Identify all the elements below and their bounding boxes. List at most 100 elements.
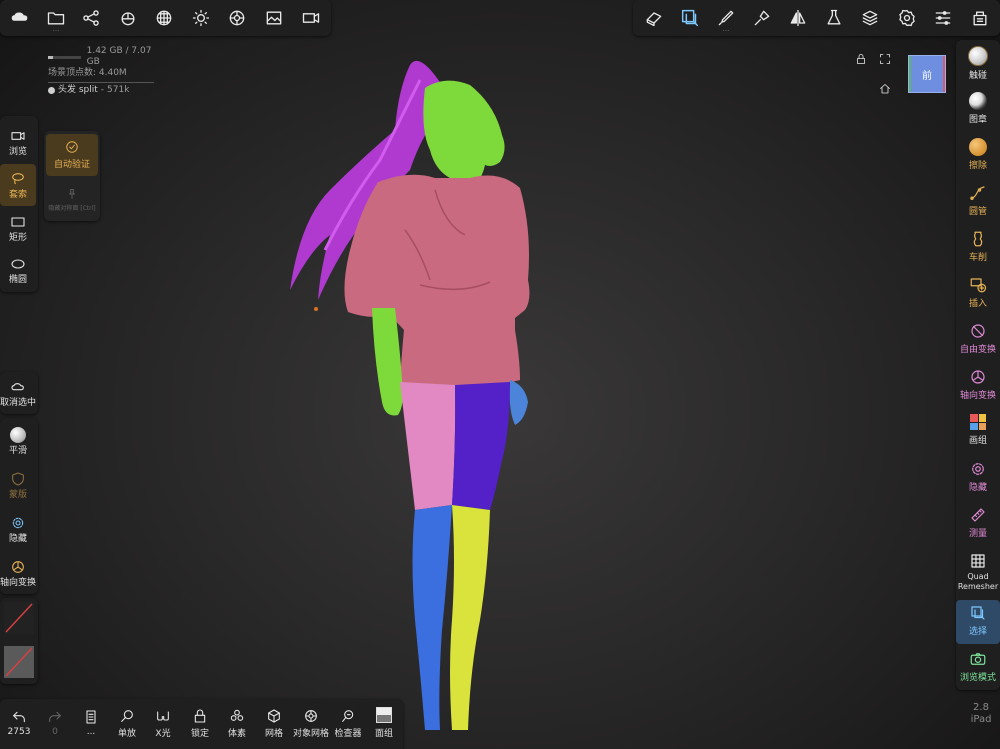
stroke-line-swatch[interactable] — [4, 602, 34, 634]
tool-free-transform[interactable]: 自由变换 — [956, 318, 1000, 362]
redo-button[interactable]: 0 — [37, 699, 73, 747]
stats-divider — [48, 82, 154, 83]
tool-quad-remesher[interactable]: Quad Remesher — [956, 548, 1000, 600]
aperture-icon[interactable] — [219, 0, 255, 36]
view-cube[interactable]: 前 — [908, 55, 946, 93]
eraser-icon — [969, 138, 987, 156]
voxel-button[interactable]: 体素 — [219, 699, 255, 747]
tool-lathe[interactable]: 车削 — [956, 226, 1000, 270]
sculpt-model[interactable] — [270, 50, 550, 740]
tool-insert[interactable]: 插入 — [956, 272, 1000, 316]
top-left-toolbar: ··· — [0, 0, 331, 36]
share-nodes-icon[interactable] — [73, 0, 109, 36]
lasso-options-popup: 自动验证 隐藏对称面 [Ctrl] — [44, 131, 100, 221]
symmetry-icon[interactable] — [780, 0, 816, 36]
model-head — [423, 80, 505, 190]
tool-tube[interactable]: 圆管 — [956, 180, 1000, 224]
flask-icon[interactable] — [816, 0, 852, 36]
xray-button[interactable]: X光 — [145, 699, 181, 747]
sliders-icon[interactable] — [925, 0, 961, 36]
tool-hide[interactable]: 隐藏 — [956, 456, 1000, 500]
tool-paint-group[interactable]: 画组 — [956, 410, 1000, 454]
undo-button[interactable]: 2753 — [1, 699, 37, 747]
axis-transform-button[interactable]: 轴向变换 — [0, 552, 36, 594]
folder-icon[interactable]: ··· — [38, 0, 74, 36]
tool-ellipse[interactable]: 椭圆 — [0, 250, 36, 290]
tool-measure[interactable]: 测量 — [956, 502, 1000, 546]
grid-sphere-icon[interactable] — [146, 0, 182, 36]
voxel-icon — [229, 708, 245, 724]
brush-icon[interactable]: ··· — [708, 0, 744, 36]
left-toolbar: 浏览 套索 矩形 椭圆 — [0, 116, 38, 292]
mask-button[interactable]: 蒙版 — [0, 464, 36, 506]
video-icon[interactable] — [293, 0, 329, 36]
orange-marker — [314, 307, 318, 311]
check-circle-icon — [65, 140, 79, 154]
solo-button[interactable]: 单放 — [109, 699, 145, 747]
tool-axis-transform[interactable]: 轴向变换 — [956, 364, 1000, 408]
home-icon[interactable] — [878, 82, 892, 96]
grid-icon — [969, 552, 987, 570]
insert-icon — [969, 276, 987, 294]
auto-verify-button[interactable]: 自动验证 — [46, 134, 98, 176]
list-icon — [83, 709, 99, 725]
history-list-button[interactable]: ... — [73, 699, 109, 747]
deselect-button[interactable]: 取消选中 — [0, 374, 36, 412]
disabled-option: 隐藏对称面 [Ctrl] — [46, 181, 98, 219]
redo-icon — [47, 709, 63, 725]
hide-icon — [969, 460, 987, 478]
image-icon[interactable] — [256, 0, 292, 36]
cloud-icon[interactable] — [2, 0, 38, 36]
layers-icon[interactable] — [852, 0, 888, 36]
paint-brush-icon[interactable] — [744, 0, 780, 36]
rectangle-icon — [10, 214, 26, 230]
select-icon — [969, 604, 987, 622]
select-tool-icon[interactable] — [672, 0, 708, 36]
vertex-count: 场景顶点数: 4.40M — [48, 68, 127, 78]
stroke-fill-swatch[interactable] — [4, 646, 34, 678]
top-right-toolbar: ··· — [633, 0, 1000, 36]
lathe-icon — [969, 230, 987, 248]
object-count: 571k — [107, 85, 130, 95]
lock-icon[interactable] — [854, 52, 868, 66]
tool-stamp[interactable]: 图章 — [956, 88, 1000, 132]
tool-browse[interactable]: 浏览 — [0, 122, 36, 162]
model-hand-right — [509, 380, 528, 425]
tool-lasso[interactable]: 套索 — [0, 164, 36, 206]
version-number: 2.8 — [973, 702, 989, 713]
tool-browse-mode[interactable]: 浏览模式 — [956, 646, 1000, 690]
hide-icon — [10, 515, 26, 531]
tool-select[interactable]: 选择 — [956, 600, 1000, 644]
scene-icon[interactable] — [962, 0, 998, 36]
memory-bar — [48, 55, 81, 59]
view-cube-label: 前 — [922, 70, 932, 82]
lock-icon — [192, 708, 208, 724]
model-leg-yellow — [450, 505, 490, 730]
hide-button[interactable]: 隐藏 — [0, 508, 36, 550]
lock-button[interactable]: 锁定 — [182, 699, 218, 747]
smooth-ball-icon — [10, 426, 26, 443]
camera-icon — [969, 650, 987, 668]
smooth-button[interactable]: 平滑 — [0, 420, 36, 462]
memory-text: 1.42 GB / 7.07 GB — [86, 46, 152, 67]
eraser-3d-icon[interactable] — [636, 0, 672, 36]
tool-rectangle[interactable]: 矩形 — [0, 208, 36, 248]
sun-icon[interactable] — [183, 0, 219, 36]
tool-erase[interactable]: 擦除 — [956, 134, 1000, 178]
gear-icon[interactable] — [889, 0, 925, 36]
search-icon — [119, 708, 135, 724]
tool-touch[interactable]: 触碰 — [956, 42, 1000, 86]
fullscreen-icon[interactable] — [878, 52, 892, 66]
model-leg-blue — [412, 505, 452, 730]
eye-icon[interactable] — [48, 87, 55, 94]
left-lower-toolbar: 平滑 蒙版 隐藏 轴向变换 — [0, 418, 38, 594]
mask-shield-icon — [10, 471, 26, 487]
stroke-panel — [0, 598, 38, 684]
undo-icon — [11, 709, 27, 725]
object-info[interactable]: 头发 split - 571k — [48, 85, 156, 96]
model-leg-pink — [400, 382, 456, 510]
paint-group-icon — [970, 414, 986, 430]
lasso-icon — [10, 171, 26, 187]
ruler-icon — [969, 506, 987, 524]
stats-icon[interactable] — [110, 0, 146, 36]
